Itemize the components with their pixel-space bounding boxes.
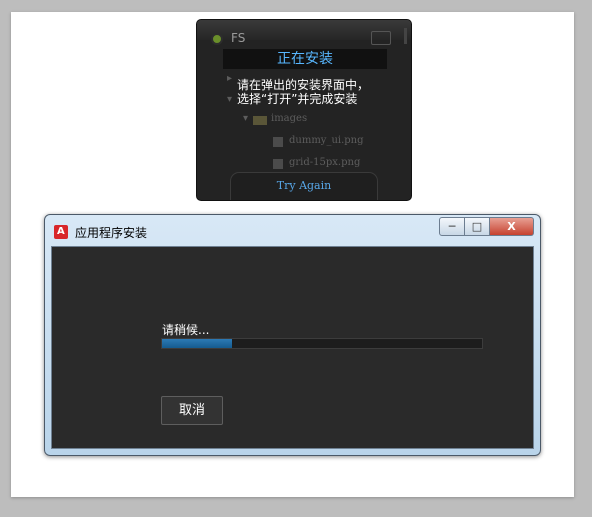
progress-fill — [162, 339, 233, 348]
progress-bar — [161, 338, 483, 349]
install-hint-panel: FS 正在安装 ▸ ▾ 请在弹出的安装界面中， 选择“打开”并完成安装 ▾ im… — [197, 20, 411, 200]
window-content: 请稍候... 取消 — [51, 246, 534, 449]
tree-expand-icon: ▸ — [227, 73, 233, 84]
installing-banner: 正在安装 — [223, 49, 387, 69]
tree-file-item: grid-15px.png — [289, 157, 361, 168]
folder-icon — [253, 116, 267, 125]
minimize-button[interactable]: ─ — [439, 217, 465, 236]
app-logo-icon — [211, 33, 223, 45]
status-text: 请稍候... — [162, 323, 210, 337]
tree-file-item: dummy_ui.png — [289, 135, 364, 146]
installer-window: A 应用程序安装 ─ □ X 请稍候... 取消 — [44, 214, 541, 456]
panel-scrollbar[interactable] — [404, 28, 407, 44]
window-controls: ─ □ X — [439, 217, 534, 236]
install-instructions: 请在弹出的安装界面中， 选择“打开”并完成安装 — [237, 78, 369, 106]
instruction-line-2: 选择“打开”并完成安装 — [237, 92, 358, 106]
panel-minimize-button[interactable] — [371, 31, 391, 45]
maximize-button[interactable]: □ — [465, 217, 490, 236]
cancel-button[interactable]: 取消 — [161, 396, 223, 425]
image-file-icon — [273, 159, 283, 169]
image-file-icon — [273, 137, 283, 147]
folder-expand-icon: ▾ — [243, 113, 249, 124]
adobe-air-icon: A — [54, 225, 68, 239]
tree-folder-label: images — [271, 113, 308, 124]
close-button[interactable]: X — [490, 217, 534, 236]
instruction-line-1: 请在弹出的安装界面中， — [237, 78, 370, 92]
window-title: 应用程序安装 — [75, 226, 148, 240]
panel-app-name: FS — [231, 31, 246, 45]
tree-expand-icon: ▾ — [227, 94, 233, 105]
try-again-button[interactable]: Try Again — [231, 173, 377, 200]
